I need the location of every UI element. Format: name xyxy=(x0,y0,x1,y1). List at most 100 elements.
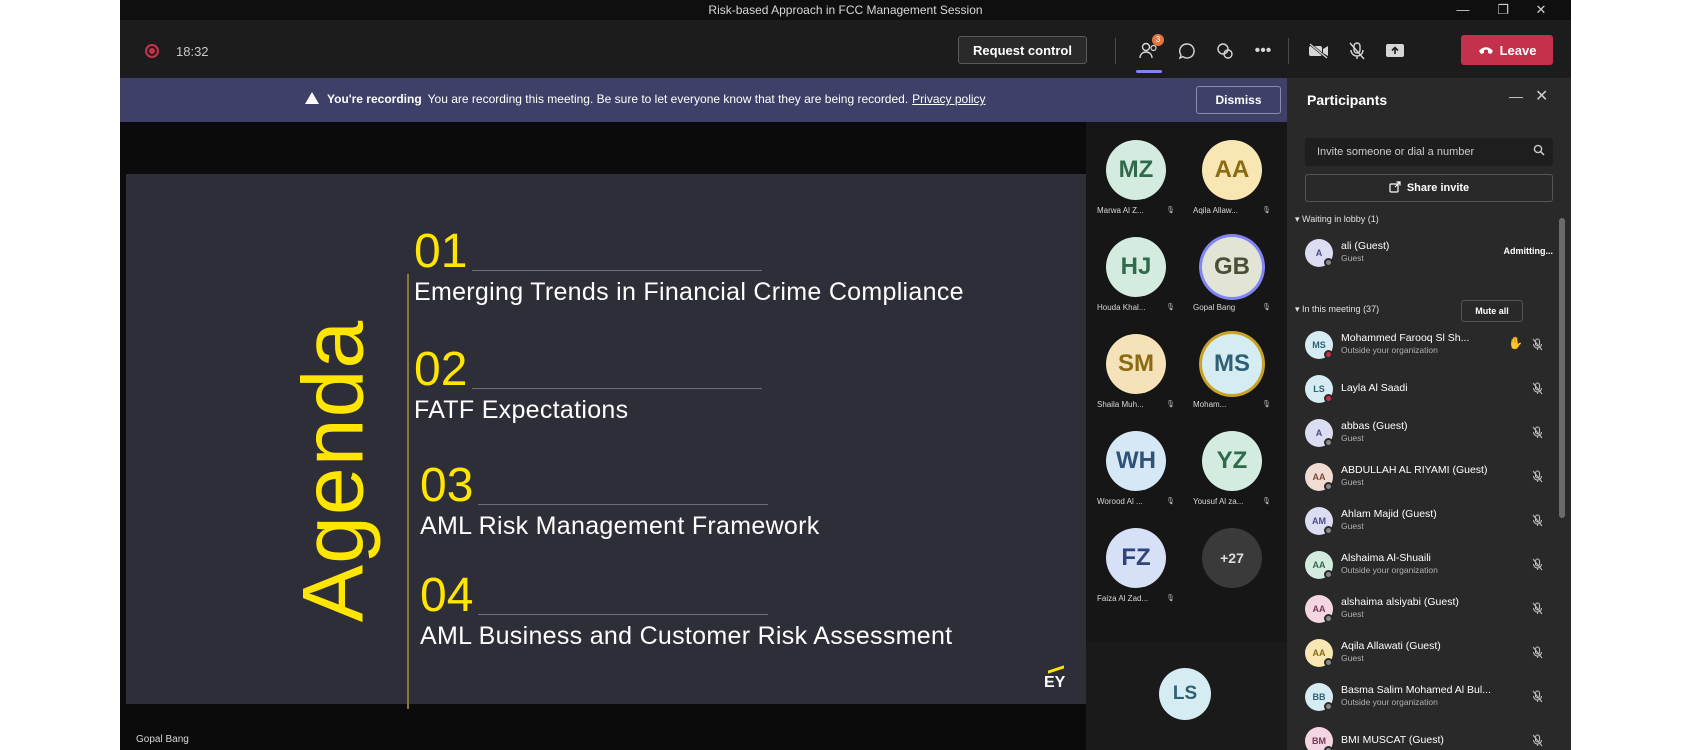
presence-icon xyxy=(1324,526,1333,535)
more-icon[interactable]: ••• xyxy=(1250,38,1276,64)
video-tile[interactable]: MS Moham... 🎙 xyxy=(1187,316,1283,412)
mic-off-icon[interactable] xyxy=(1532,602,1543,618)
lobby-section-toggle[interactable]: ▾ Waiting in lobby (1) xyxy=(1295,214,1379,225)
request-control-button[interactable]: Request control xyxy=(958,36,1087,64)
participant-item[interactable]: BB Basma Salim Mohamed Al Bul... Outside y… xyxy=(1305,680,1555,720)
video-tile[interactable]: SM Shaila Muh... 🎙 xyxy=(1091,316,1187,412)
meeting-toolbar: 18:32 Request control 3 ••• Leave xyxy=(120,20,1571,78)
mic-off-icon[interactable] xyxy=(1532,734,1543,750)
presence-icon xyxy=(1324,482,1333,491)
avatar: HJ xyxy=(1106,237,1166,297)
minimize-icon[interactable]: — xyxy=(1450,1,1476,19)
participant-item[interactable]: BM BMI MUSCAT (Guest) xyxy=(1305,724,1555,750)
video-tile[interactable]: LS xyxy=(1086,642,1287,750)
phone-icon xyxy=(1478,43,1494,58)
avatar: FZ xyxy=(1106,528,1166,588)
participant-name: Aqila Allawati (Guest) xyxy=(1341,640,1441,652)
mic-off-icon: 🎙 xyxy=(1262,401,1271,408)
presence-icon xyxy=(1324,438,1333,447)
avatar: LS xyxy=(1159,668,1211,720)
search-icon xyxy=(1533,138,1545,166)
mic-off-icon[interactable] xyxy=(1532,690,1543,706)
leave-button[interactable]: Leave xyxy=(1461,35,1553,65)
tile-name: Moham... xyxy=(1193,400,1227,409)
mic-off-icon: 🎙 xyxy=(1262,498,1271,505)
participant-item[interactable]: AA alshaima alsiyabi (Guest) Guest xyxy=(1305,592,1555,632)
camera-off-icon[interactable] xyxy=(1306,38,1332,64)
tile-name: Yousuf Al za... xyxy=(1193,497,1244,506)
presence-icon xyxy=(1324,350,1333,359)
presence-icon xyxy=(1324,394,1333,403)
participant-name: Layla Al Saadi xyxy=(1341,382,1408,394)
presenter-name: Gopal Bang xyxy=(136,734,189,745)
participant-item[interactable]: Aabbas (Guest) Guest xyxy=(1305,416,1555,456)
privacy-policy-link[interactable]: Privacy policy xyxy=(912,92,985,106)
minimize-panel-icon[interactable]: — xyxy=(1509,88,1523,104)
mic-off-icon[interactable] xyxy=(1532,514,1543,530)
video-tile[interactable]: MZ Marwa Al Z... 🎙 xyxy=(1091,122,1187,218)
video-tile[interactable]: YZ Yousuf Al za... 🎙 xyxy=(1187,413,1283,509)
mic-off-icon[interactable] xyxy=(1532,470,1543,486)
banner-title: You're recording xyxy=(327,92,422,106)
meeting-section-toggle[interactable]: ▾ In this meeting (37) xyxy=(1295,304,1379,315)
panel-scrollbar[interactable] xyxy=(1559,218,1565,518)
invite-input[interactable]: Invite someone or dial a number xyxy=(1305,138,1553,166)
close-icon[interactable]: ✕ xyxy=(1528,1,1554,19)
tile-name: Worood Al ... xyxy=(1097,497,1143,506)
agenda-item: 04 AML Business and Customer Risk Assess… xyxy=(420,572,952,651)
invite-placeholder: Invite someone or dial a number xyxy=(1317,146,1475,158)
participant-item[interactable]: AA ABDULLAH AL RIYAMI (Guest) Guest xyxy=(1305,460,1555,500)
mic-off-icon[interactable] xyxy=(1532,382,1543,398)
video-tile[interactable]: FZ Faiza Al Zad... 🎙 xyxy=(1091,510,1187,606)
avatar: SM xyxy=(1106,334,1166,394)
close-panel-icon[interactable]: ✕ xyxy=(1535,86,1548,106)
restore-icon[interactable]: ❐ xyxy=(1490,1,1516,19)
recording-icon xyxy=(145,44,159,58)
participant-name: BMI MUSCAT (Guest) xyxy=(1341,734,1444,746)
share-tray-icon[interactable] xyxy=(1382,38,1408,64)
agenda-item: 02 FATF Expectations xyxy=(414,346,762,425)
people-icon[interactable]: 3 xyxy=(1136,34,1164,64)
video-tile[interactable]: AA Aqila Allaw... 🎙 xyxy=(1187,122,1283,218)
participant-status: Outside your organization xyxy=(1341,697,1438,707)
share-invite-button[interactable]: Share invite xyxy=(1305,174,1553,202)
video-tile[interactable]: WH Worood Al ... 🎙 xyxy=(1091,413,1187,509)
agenda-number: 01 xyxy=(414,225,468,278)
mic-off-icon[interactable] xyxy=(1532,558,1543,574)
participant-item[interactable]: AM Ahlam Majid (Guest) Guest xyxy=(1305,504,1555,544)
chat-icon[interactable] xyxy=(1174,38,1200,64)
video-tile[interactable]: GB Gopal Bang 🎙 xyxy=(1187,219,1283,315)
video-tile[interactable]: HJ Houda Khal... 🎙 xyxy=(1091,219,1187,315)
dismiss-button[interactable]: Dismiss xyxy=(1196,86,1281,114)
mute-all-button[interactable]: Mute all xyxy=(1461,300,1523,322)
agenda-label: FATF Expectations xyxy=(414,396,629,424)
participant-item[interactable]: LS Layla Al Saadi xyxy=(1305,372,1555,412)
participant-item[interactable]: AA Aqila Allawati (Guest) Guest xyxy=(1305,636,1555,676)
participant-status: Guest xyxy=(1341,609,1364,619)
more-participants-avatar: +27 xyxy=(1202,528,1262,588)
reactions-icon[interactable] xyxy=(1212,38,1238,64)
mic-off-icon[interactable] xyxy=(1532,646,1543,662)
tile-name: Shaila Muh... xyxy=(1097,400,1144,409)
participant-name: Alshaima Al-Shuaili xyxy=(1341,552,1431,564)
participants-badge: 3 xyxy=(1152,34,1164,46)
mic-off-icon: 🎙 xyxy=(1166,401,1175,408)
mic-off-icon[interactable] xyxy=(1532,338,1543,354)
video-tile[interactable]: +27 xyxy=(1187,510,1283,606)
mic-off-icon[interactable] xyxy=(1532,426,1543,442)
participant-item[interactable]: AA Alshaima Al-Shuaili Outside your organi… xyxy=(1305,548,1555,588)
presence-icon xyxy=(1324,258,1333,267)
avatar: YZ xyxy=(1202,431,1262,491)
agenda-item: 03 AML Risk Management Framework xyxy=(420,462,820,541)
mic-off-icon: 🎙 xyxy=(1262,304,1271,311)
lobby-label: Waiting in lobby (1) xyxy=(1302,214,1379,224)
mic-off-icon: 🎙 xyxy=(1166,595,1175,602)
lobby-item[interactable]: A ali (Guest) Guest Admitting... xyxy=(1305,236,1555,276)
share-icon xyxy=(1389,180,1401,196)
mic-off-icon[interactable] xyxy=(1344,38,1370,64)
participant-name: Ahlam Majid (Guest) xyxy=(1341,508,1437,520)
agenda-label: Emerging Trends in Financial Crime Compl… xyxy=(414,278,964,306)
participant-name: Basma Salim Mohamed Al Bul... xyxy=(1341,684,1491,696)
agenda-label: AML Business and Customer Risk Assessmen… xyxy=(420,622,953,650)
participant-item[interactable]: MS Mohammed Farooq Sl Sh... Outside your o… xyxy=(1305,328,1555,368)
